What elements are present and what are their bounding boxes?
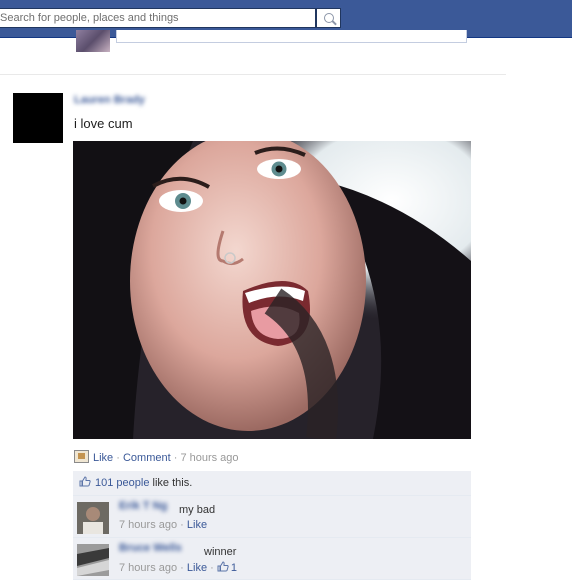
story-action-bar: Like · Comment · 7 hours ago [74, 450, 239, 466]
story-divider [0, 74, 506, 75]
comment-meta: 7 hours ago · Like [119, 519, 208, 531]
separator: · [170, 452, 181, 464]
photo-icon [74, 450, 89, 463]
search-input[interactable]: Search for people, places and things [0, 8, 316, 28]
comment-like-link[interactable]: Like [187, 519, 207, 531]
status-text: i love cum [74, 116, 133, 131]
comment-text: my bad [179, 504, 216, 516]
comment-like-link[interactable]: Like [187, 562, 207, 574]
likes-summary: 101 people like this. [73, 471, 471, 496]
search-placeholder: Search for people, places and things [0, 12, 179, 24]
comment-link[interactable]: Comment [123, 452, 171, 464]
commenter-name[interactable]: Bruce Wells [119, 542, 182, 555]
author-avatar[interactable] [13, 93, 63, 143]
post-timestamp[interactable]: 7 hours ago [180, 452, 238, 464]
like-thumb-icon [79, 476, 91, 487]
like-thumb-icon [217, 561, 229, 572]
previous-story-comment-box[interactable] [116, 30, 467, 43]
post-photo[interactable] [73, 141, 471, 439]
author-name[interactable]: Lauren Brady [74, 94, 170, 108]
comment-item: Bruce Wells winner 7 hours ago · Like · … [73, 538, 471, 580]
previous-story-thumbnail[interactable] [76, 30, 110, 52]
search-icon [324, 13, 334, 23]
comment-timestamp[interactable]: 7 hours ago [119, 519, 177, 531]
comment-item: Erik T Ng my bad 7 hours ago · Like [73, 496, 471, 538]
search-button[interactable] [316, 8, 341, 28]
comment-meta: 7 hours ago · Like · 1 [119, 561, 237, 574]
comment-timestamp[interactable]: 7 hours ago [119, 562, 177, 574]
likes-suffix: like this. [149, 477, 193, 489]
comment-like-count[interactable]: 1 [231, 562, 237, 574]
commenter-avatar[interactable] [77, 544, 109, 576]
commenter-avatar[interactable] [77, 502, 109, 534]
comment-text: winner [204, 546, 237, 558]
like-link[interactable]: Like [93, 452, 113, 464]
likes-count-link[interactable]: 101 people [95, 477, 149, 489]
commenter-name[interactable]: Erik T Ng [119, 500, 167, 513]
separator: · [113, 452, 123, 464]
feedback-area: 101 people like this. Erik T Ng my bad 7… [73, 471, 471, 580]
